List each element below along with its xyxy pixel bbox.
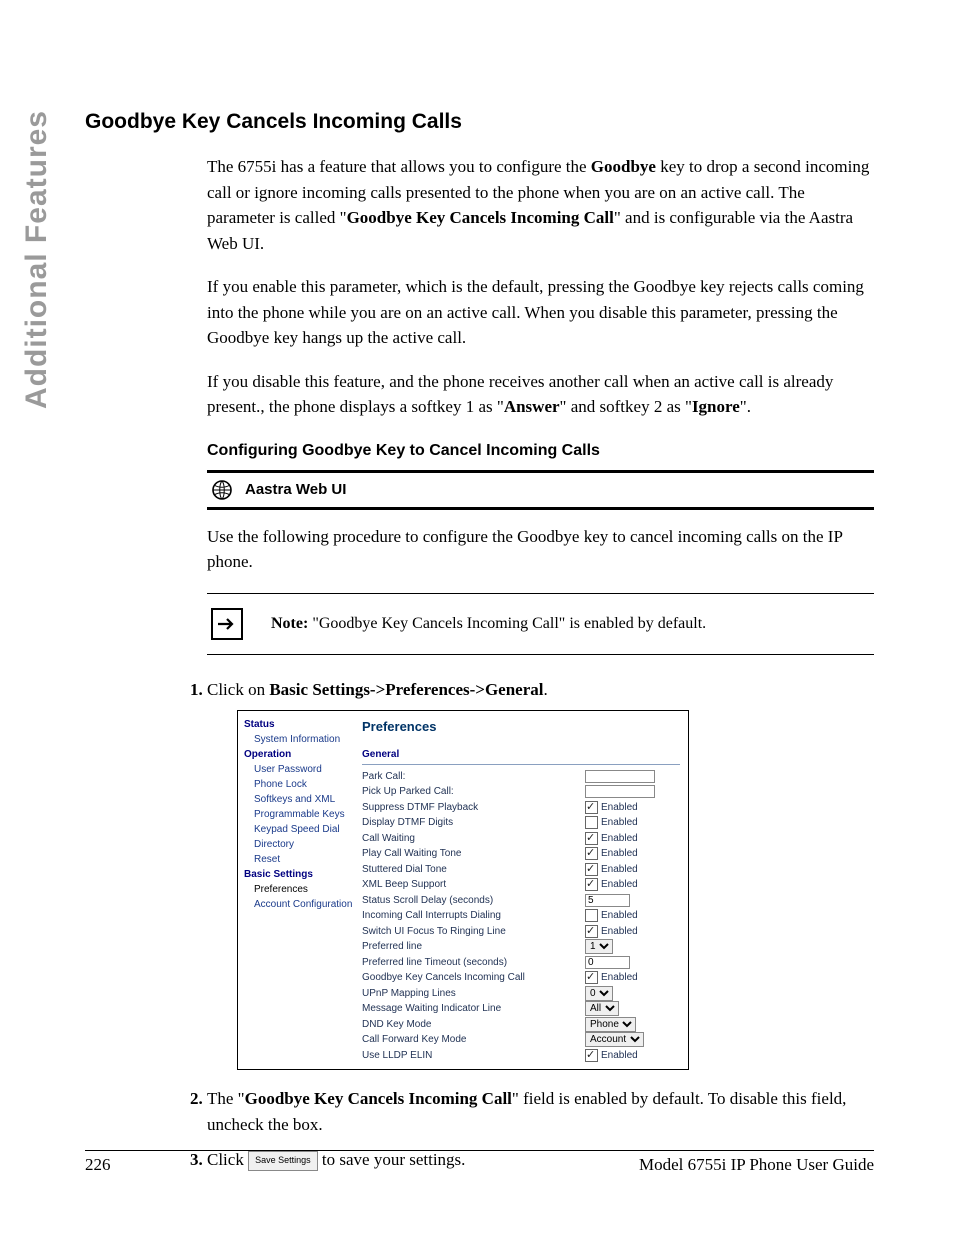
chk-suppress-dtmf[interactable] bbox=[585, 801, 598, 814]
sel-preferred-line[interactable]: 1 bbox=[585, 939, 613, 954]
lbl-switch-focus: Switch UI Focus To Ringing Line bbox=[362, 924, 585, 940]
input-scroll-delay[interactable] bbox=[585, 894, 630, 907]
sel-mwi-line[interactable]: All bbox=[585, 1001, 619, 1016]
lbl-display-dtmf: Display DTMF Digits bbox=[362, 815, 585, 831]
lbl-goodbye-cancels: Goodbye Key Cancels Incoming Call bbox=[362, 970, 585, 986]
p3-c: " and softkey 2 as " bbox=[560, 397, 692, 416]
s1-c: . bbox=[544, 680, 548, 699]
lbl-incoming-interrupts: Incoming Call Interrupts Dialing bbox=[362, 908, 585, 924]
nav-softkeys-xml[interactable]: Softkeys and XML bbox=[244, 792, 354, 807]
side-tab-label: Additional Features bbox=[20, 110, 70, 409]
section-heading: Goodbye Key Cancels Incoming Calls bbox=[85, 110, 874, 134]
s1-b: Basic Settings->Preferences->General bbox=[269, 680, 543, 699]
enabled-text: Enabled bbox=[601, 831, 638, 847]
enabled-text: Enabled bbox=[601, 908, 638, 924]
step-2: The "Goodbye Key Cancels Incoming Call" … bbox=[207, 1086, 874, 1137]
paragraph-3: If you disable this feature, and the pho… bbox=[207, 369, 874, 420]
p3-b: Answer bbox=[504, 397, 560, 416]
step-1: Click on Basic Settings->Preferences->Ge… bbox=[207, 677, 874, 1071]
chk-switch-focus[interactable] bbox=[585, 925, 598, 938]
lbl-call-waiting: Call Waiting bbox=[362, 831, 585, 847]
s2-a: The " bbox=[207, 1089, 245, 1108]
chk-display-dtmf[interactable] bbox=[585, 816, 598, 829]
webui-label: Aastra Web UI bbox=[245, 481, 346, 498]
input-park-call[interactable] bbox=[585, 770, 655, 783]
chk-xml-beep[interactable] bbox=[585, 878, 598, 891]
nav-hdr-operation: Operation bbox=[244, 747, 354, 762]
paragraph-2: If you enable this parameter, which is t… bbox=[207, 274, 874, 351]
lbl-preferred-line: Preferred line bbox=[362, 939, 585, 955]
sel-upnp-lines[interactable]: 0 bbox=[585, 986, 613, 1001]
nav-reset[interactable]: Reset bbox=[244, 852, 354, 867]
webui-banner: Aastra Web UI bbox=[207, 470, 874, 510]
chk-goodbye-cancels[interactable] bbox=[585, 971, 598, 984]
nav-hdr-basic-settings: Basic Settings bbox=[244, 867, 354, 882]
paragraph-4: Use the following procedure to configure… bbox=[207, 524, 874, 575]
page-number: 226 bbox=[85, 1155, 111, 1175]
nav-preferences[interactable]: Preferences bbox=[244, 882, 354, 897]
section-general: General bbox=[362, 747, 680, 765]
enabled-text: Enabled bbox=[601, 800, 638, 816]
note-label: Note: bbox=[271, 615, 308, 632]
enabled-text: Enabled bbox=[601, 846, 638, 862]
chk-lldp-elin[interactable] bbox=[585, 1049, 598, 1062]
enabled-text: Enabled bbox=[601, 815, 638, 831]
sel-dnd-mode[interactable]: Phone bbox=[585, 1017, 636, 1032]
panel-title: Preferences bbox=[362, 717, 680, 737]
note-text: Note: "Goodbye Key Cancels Incoming Call… bbox=[271, 615, 706, 633]
nav-panel: Status System Information Operation User… bbox=[238, 711, 358, 1069]
lbl-scroll-delay: Status Scroll Delay (seconds) bbox=[362, 893, 585, 909]
lbl-mwi-line: Message Waiting Indicator Line bbox=[362, 1001, 585, 1017]
lbl-dnd-mode: DND Key Mode bbox=[362, 1017, 585, 1033]
lbl-xml-beep: XML Beep Support bbox=[362, 877, 585, 893]
chk-play-cw-tone[interactable] bbox=[585, 847, 598, 860]
nav-user-password[interactable]: User Password bbox=[244, 762, 354, 777]
p1-d: Goodbye Key Cancels Incoming Call bbox=[347, 208, 614, 227]
globe-icon bbox=[211, 479, 233, 501]
lbl-lldp-elin: Use LLDP ELIN bbox=[362, 1048, 585, 1064]
paragraph-1: The 6755i has a feature that allows you … bbox=[207, 154, 874, 256]
note-block: Note: "Goodbye Key Cancels Incoming Call… bbox=[207, 593, 874, 655]
enabled-text: Enabled bbox=[601, 862, 638, 878]
enabled-text: Enabled bbox=[601, 1048, 638, 1064]
input-pickup-parked[interactable] bbox=[585, 785, 655, 798]
p1-b: Goodbye bbox=[591, 157, 656, 176]
input-preferred-timeout[interactable] bbox=[585, 956, 630, 969]
subsection-heading: Configuring Goodbye Key to Cancel Incomi… bbox=[207, 442, 874, 460]
nav-account-config[interactable]: Account Configuration bbox=[244, 897, 354, 912]
enabled-text: Enabled bbox=[601, 970, 638, 986]
nav-keypad-speed-dial[interactable]: Keypad Speed Dial bbox=[244, 822, 354, 837]
lbl-suppress-dtmf: Suppress DTMF Playback bbox=[362, 800, 585, 816]
enabled-text: Enabled bbox=[601, 924, 638, 940]
p3-e: ". bbox=[740, 397, 751, 416]
lbl-park-call: Park Call: bbox=[362, 769, 585, 785]
p1-a: The 6755i has a feature that allows you … bbox=[207, 157, 591, 176]
main-panel: Preferences General Park Call: Pick Up P… bbox=[358, 711, 688, 1069]
note-body: "Goodbye Key Cancels Incoming Call" is e… bbox=[308, 615, 706, 632]
p3-d: Ignore bbox=[692, 397, 740, 416]
nav-phone-lock[interactable]: Phone Lock bbox=[244, 777, 354, 792]
nav-directory[interactable]: Directory bbox=[244, 837, 354, 852]
nav-programmable-keys[interactable]: Programmable Keys bbox=[244, 807, 354, 822]
lbl-cfwd-mode: Call Forward Key Mode bbox=[362, 1032, 585, 1048]
arrow-right-icon bbox=[211, 608, 243, 640]
chk-incoming-interrupts[interactable] bbox=[585, 909, 598, 922]
lbl-preferred-timeout: Preferred line Timeout (seconds) bbox=[362, 955, 585, 971]
nav-system-info[interactable]: System Information bbox=[244, 732, 354, 747]
preferences-screenshot: Status System Information Operation User… bbox=[237, 710, 689, 1070]
nav-hdr-status: Status bbox=[244, 717, 354, 732]
s2-b: Goodbye Key Cancels Incoming Call bbox=[245, 1089, 512, 1108]
lbl-pickup-parked: Pick Up Parked Call: bbox=[362, 784, 585, 800]
enabled-text: Enabled bbox=[601, 877, 638, 893]
chk-stuttered-dial[interactable] bbox=[585, 863, 598, 876]
chk-call-waiting[interactable] bbox=[585, 832, 598, 845]
lbl-upnp-lines: UPnP Mapping Lines bbox=[362, 986, 585, 1002]
sel-cfwd-mode[interactable]: Account bbox=[585, 1032, 644, 1047]
lbl-play-cw-tone: Play Call Waiting Tone bbox=[362, 846, 585, 862]
s1-a: Click on bbox=[207, 680, 269, 699]
lbl-stuttered-dial: Stuttered Dial Tone bbox=[362, 862, 585, 878]
page-footer: 226 Model 6755i IP Phone User Guide bbox=[85, 1150, 874, 1175]
footer-title: Model 6755i IP Phone User Guide bbox=[639, 1155, 874, 1175]
